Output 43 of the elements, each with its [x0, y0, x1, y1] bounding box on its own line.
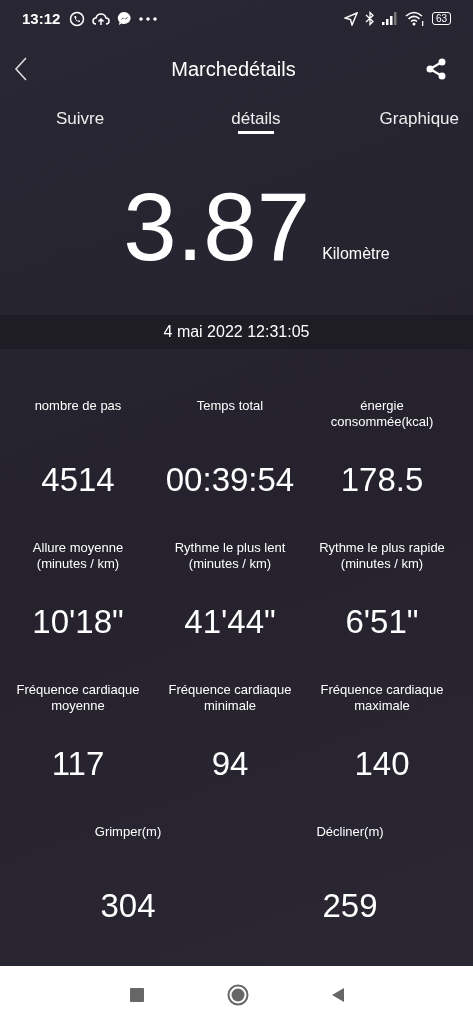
location-arrow-icon	[343, 12, 358, 26]
recents-icon[interactable]	[128, 987, 145, 1003]
distance-value: 3.87	[123, 176, 311, 277]
home-icon[interactable]	[226, 984, 249, 1006]
stat-label: Décliner(m)	[315, 824, 385, 841]
stat-label: Fréquence cardiaque minimale	[167, 682, 293, 715]
stat-value: 4514	[41, 460, 115, 500]
tab[interactable]: Graphique	[379, 100, 459, 137]
more-icon	[139, 17, 158, 21]
stat-label: Temps total	[195, 398, 265, 415]
stat-value: 178.5	[340, 460, 424, 500]
status-time: 13:12	[22, 10, 61, 28]
stat-label: Fréquence cardiaque maximale	[319, 682, 445, 715]
tab[interactable]: Suivre	[56, 100, 105, 137]
cloud-upload-icon	[92, 12, 111, 26]
screen-title: Marchedétails	[171, 57, 296, 81]
stat-value: 140	[354, 744, 410, 784]
stat-label: Fréquence cardiaque moyenne	[15, 682, 141, 715]
messenger-icon	[117, 11, 133, 27]
back-icon[interactable]	[14, 57, 28, 82]
stat-value: 117	[51, 744, 105, 784]
battery-indicator: 63	[431, 12, 451, 26]
distance-unit: Kilomètre	[322, 244, 390, 263]
stat-value: 304	[100, 886, 156, 926]
wifi-icon	[404, 11, 425, 27]
stat-value: 259	[322, 886, 378, 926]
stat-value: 00:39:54	[165, 460, 295, 500]
phone-bubble-icon	[69, 11, 86, 27]
stat-label: Rythme le plus rapide (minutes / km)	[318, 540, 446, 573]
stat-value: 10'18"	[32, 602, 124, 642]
share-icon[interactable]	[425, 58, 447, 81]
signal-icon	[381, 12, 398, 26]
date-text: 4 mai 2022 12:31:05	[163, 322, 310, 341]
stat-label: nombre de pas	[33, 398, 123, 415]
stat-label: énergie consommée(kcal)	[329, 398, 435, 431]
stat-value: 94	[211, 744, 249, 784]
stat-value: 6'51"	[345, 602, 419, 642]
back-icon[interactable]	[330, 987, 345, 1003]
stat-label: Grimper(m)	[93, 824, 163, 841]
stat-label: Rythme le plus lent (minutes / km)	[173, 540, 287, 573]
stat-label: Allure moyenne (minutes / km)	[31, 540, 125, 573]
bluetooth-icon	[364, 11, 375, 27]
stat-value: 41'44"	[184, 602, 276, 642]
